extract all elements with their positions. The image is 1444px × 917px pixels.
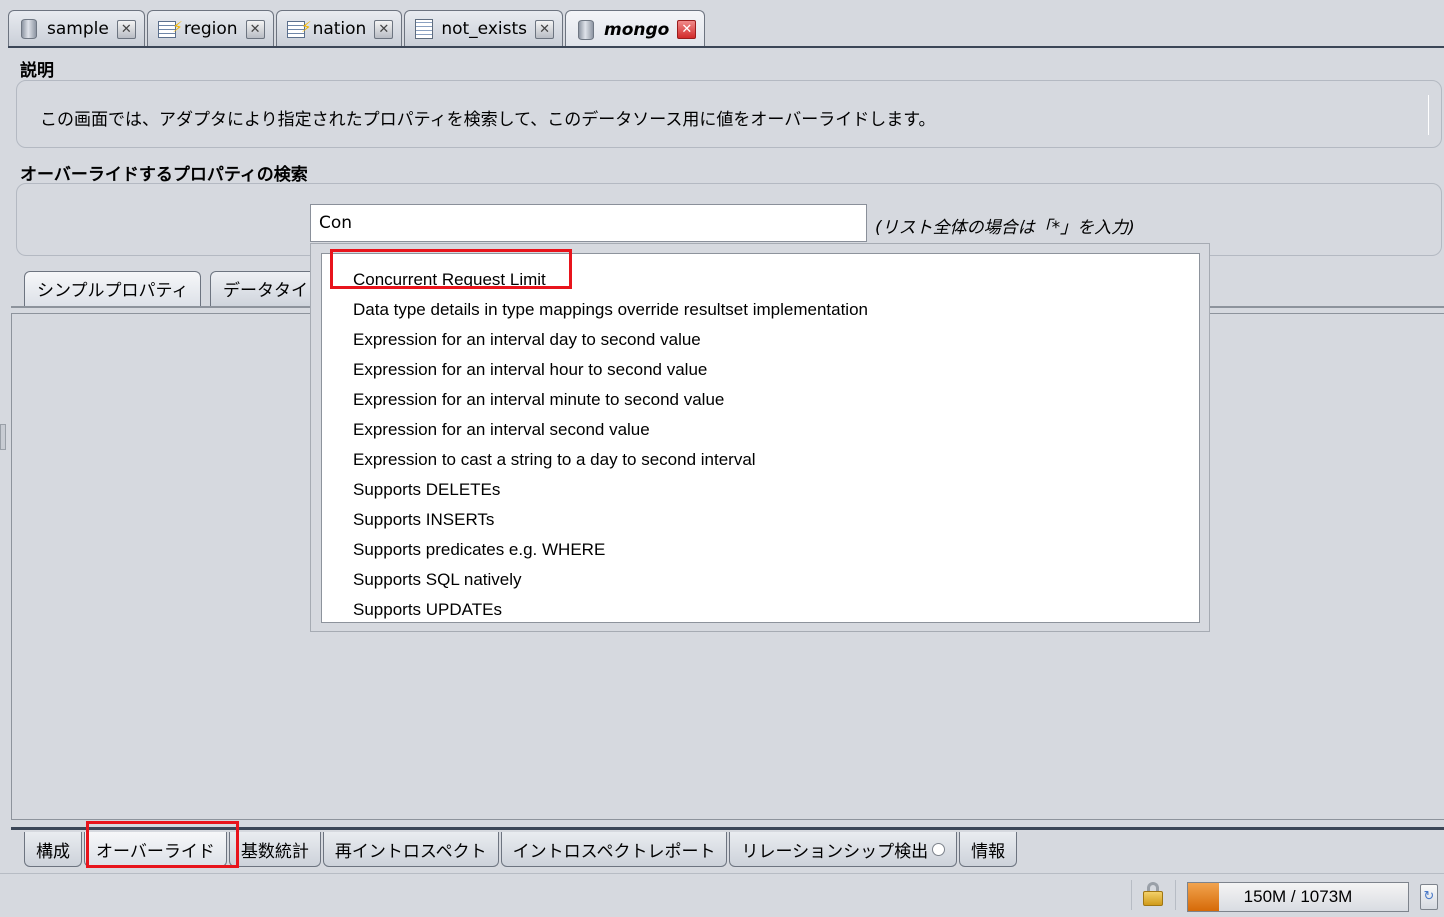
property-search-input[interactable] xyxy=(310,204,867,242)
tab-cardinality-stats[interactable]: 基数統計 xyxy=(228,832,321,867)
search-title: オーバーライドするプロパティの検索 xyxy=(20,165,308,185)
autocomplete-item[interactable]: Expression for an interval second value xyxy=(322,415,1199,445)
tab-label: 再イントロスペクト xyxy=(334,841,487,862)
autocomplete-item[interactable]: Supports INSERTs xyxy=(322,505,1199,535)
close-icon[interactable]: ✕ xyxy=(116,19,136,39)
tab-nation[interactable]: ⚡ nation ✕ xyxy=(275,10,403,47)
autocomplete-item[interactable]: Expression for an interval hour to secon… xyxy=(322,355,1199,385)
search-hint: (リスト全体の場合は「*」を入力) xyxy=(875,218,1135,238)
tabs-divider xyxy=(8,46,1444,48)
tab-label: 基数統計 xyxy=(240,841,309,862)
tab-label: 情報 xyxy=(971,841,1006,862)
autocomplete-list: Concurrent Request Limit Data type detail… xyxy=(321,253,1200,623)
tab-sample[interactable]: sample ✕ xyxy=(8,10,145,47)
tab-label: region xyxy=(183,19,238,39)
table-lightning-icon: ⚡ xyxy=(286,18,312,38)
close-icon[interactable]: ✕ xyxy=(374,19,394,39)
tab-introspect-report[interactable]: イントロスペクトレポート xyxy=(500,832,728,867)
close-icon[interactable]: ✕ xyxy=(677,20,697,39)
autocomplete-item[interactable]: Supports predicates e.g. WHERE xyxy=(322,535,1199,565)
autocomplete-item[interactable]: Supports SQL natively xyxy=(322,565,1199,595)
description-title: 説明 xyxy=(20,61,54,81)
close-icon[interactable]: ✕ xyxy=(245,19,265,39)
document-table-icon xyxy=(415,19,434,39)
status-separator xyxy=(1175,880,1176,910)
tab-info[interactable]: 情報 xyxy=(959,832,1018,867)
database-icon xyxy=(21,19,37,39)
tab-label: not_exists xyxy=(441,19,528,39)
status-indicator-icon xyxy=(932,842,946,856)
tab-label: mongo xyxy=(604,19,670,40)
tab-relationship-discovery[interactable]: リレーションシップ検出 xyxy=(729,832,958,867)
autocomplete-item[interactable]: Expression to cast a string to a day to … xyxy=(322,445,1199,475)
autocomplete-item[interactable]: Expression for an interval day to second… xyxy=(322,325,1199,355)
tab-label: nation xyxy=(312,19,367,39)
tab-label: イントロスペクトレポート xyxy=(512,841,716,862)
autocomplete-popup: Concurrent Request Limit Data type detail… xyxy=(310,243,1210,632)
tab-data-types[interactable]: データタイ xyxy=(210,271,320,306)
database-icon xyxy=(578,19,595,40)
tab-reintrospect[interactable]: 再イントロスペクト xyxy=(322,832,499,867)
memory-text: 150M / 1073M xyxy=(1243,887,1353,906)
autocomplete-item[interactable]: Expression for an interval minute to sec… xyxy=(322,385,1199,415)
table-lightning-icon: ⚡ xyxy=(157,18,183,38)
tab-label: リレーションシップ検出 xyxy=(741,841,929,862)
autocomplete-item[interactable]: Data type details in type mappings overr… xyxy=(322,295,1199,325)
document-tabs: sample ✕ ⚡ region ✕ ⚡ nation ✕ not_exist… xyxy=(8,10,707,48)
close-icon[interactable]: ✕ xyxy=(535,19,555,39)
tab-mongo[interactable]: mongo ✕ xyxy=(565,10,706,48)
scroll-edge xyxy=(1428,95,1429,135)
splitter-handle[interactable] xyxy=(0,424,6,450)
tab-label: sample xyxy=(47,19,109,39)
tab-region[interactable]: ⚡ region ✕ xyxy=(146,10,274,47)
garbage-collect-icon[interactable]: ↻ xyxy=(1420,884,1438,910)
tab-not-exists[interactable]: not_exists ✕ xyxy=(404,10,564,47)
status-separator xyxy=(1131,880,1132,910)
memory-usage-bar: 150M / 1073M xyxy=(1187,882,1409,912)
autocomplete-item[interactable]: Supports DELETEs xyxy=(322,475,1199,505)
highlight-box xyxy=(86,821,239,868)
autocomplete-item[interactable]: Supports UPDATEs xyxy=(322,595,1199,625)
tab-simple-properties[interactable]: シンプルプロパティ xyxy=(24,271,202,306)
lock-icon[interactable] xyxy=(1142,881,1164,907)
description-text: この画面では、アダプタにより指定されたプロパティを検索して、このデータソース用に… xyxy=(40,110,936,130)
tab-label: 構成 xyxy=(36,841,70,862)
highlight-box xyxy=(330,249,572,289)
tab-configuration[interactable]: 構成 xyxy=(24,832,82,867)
